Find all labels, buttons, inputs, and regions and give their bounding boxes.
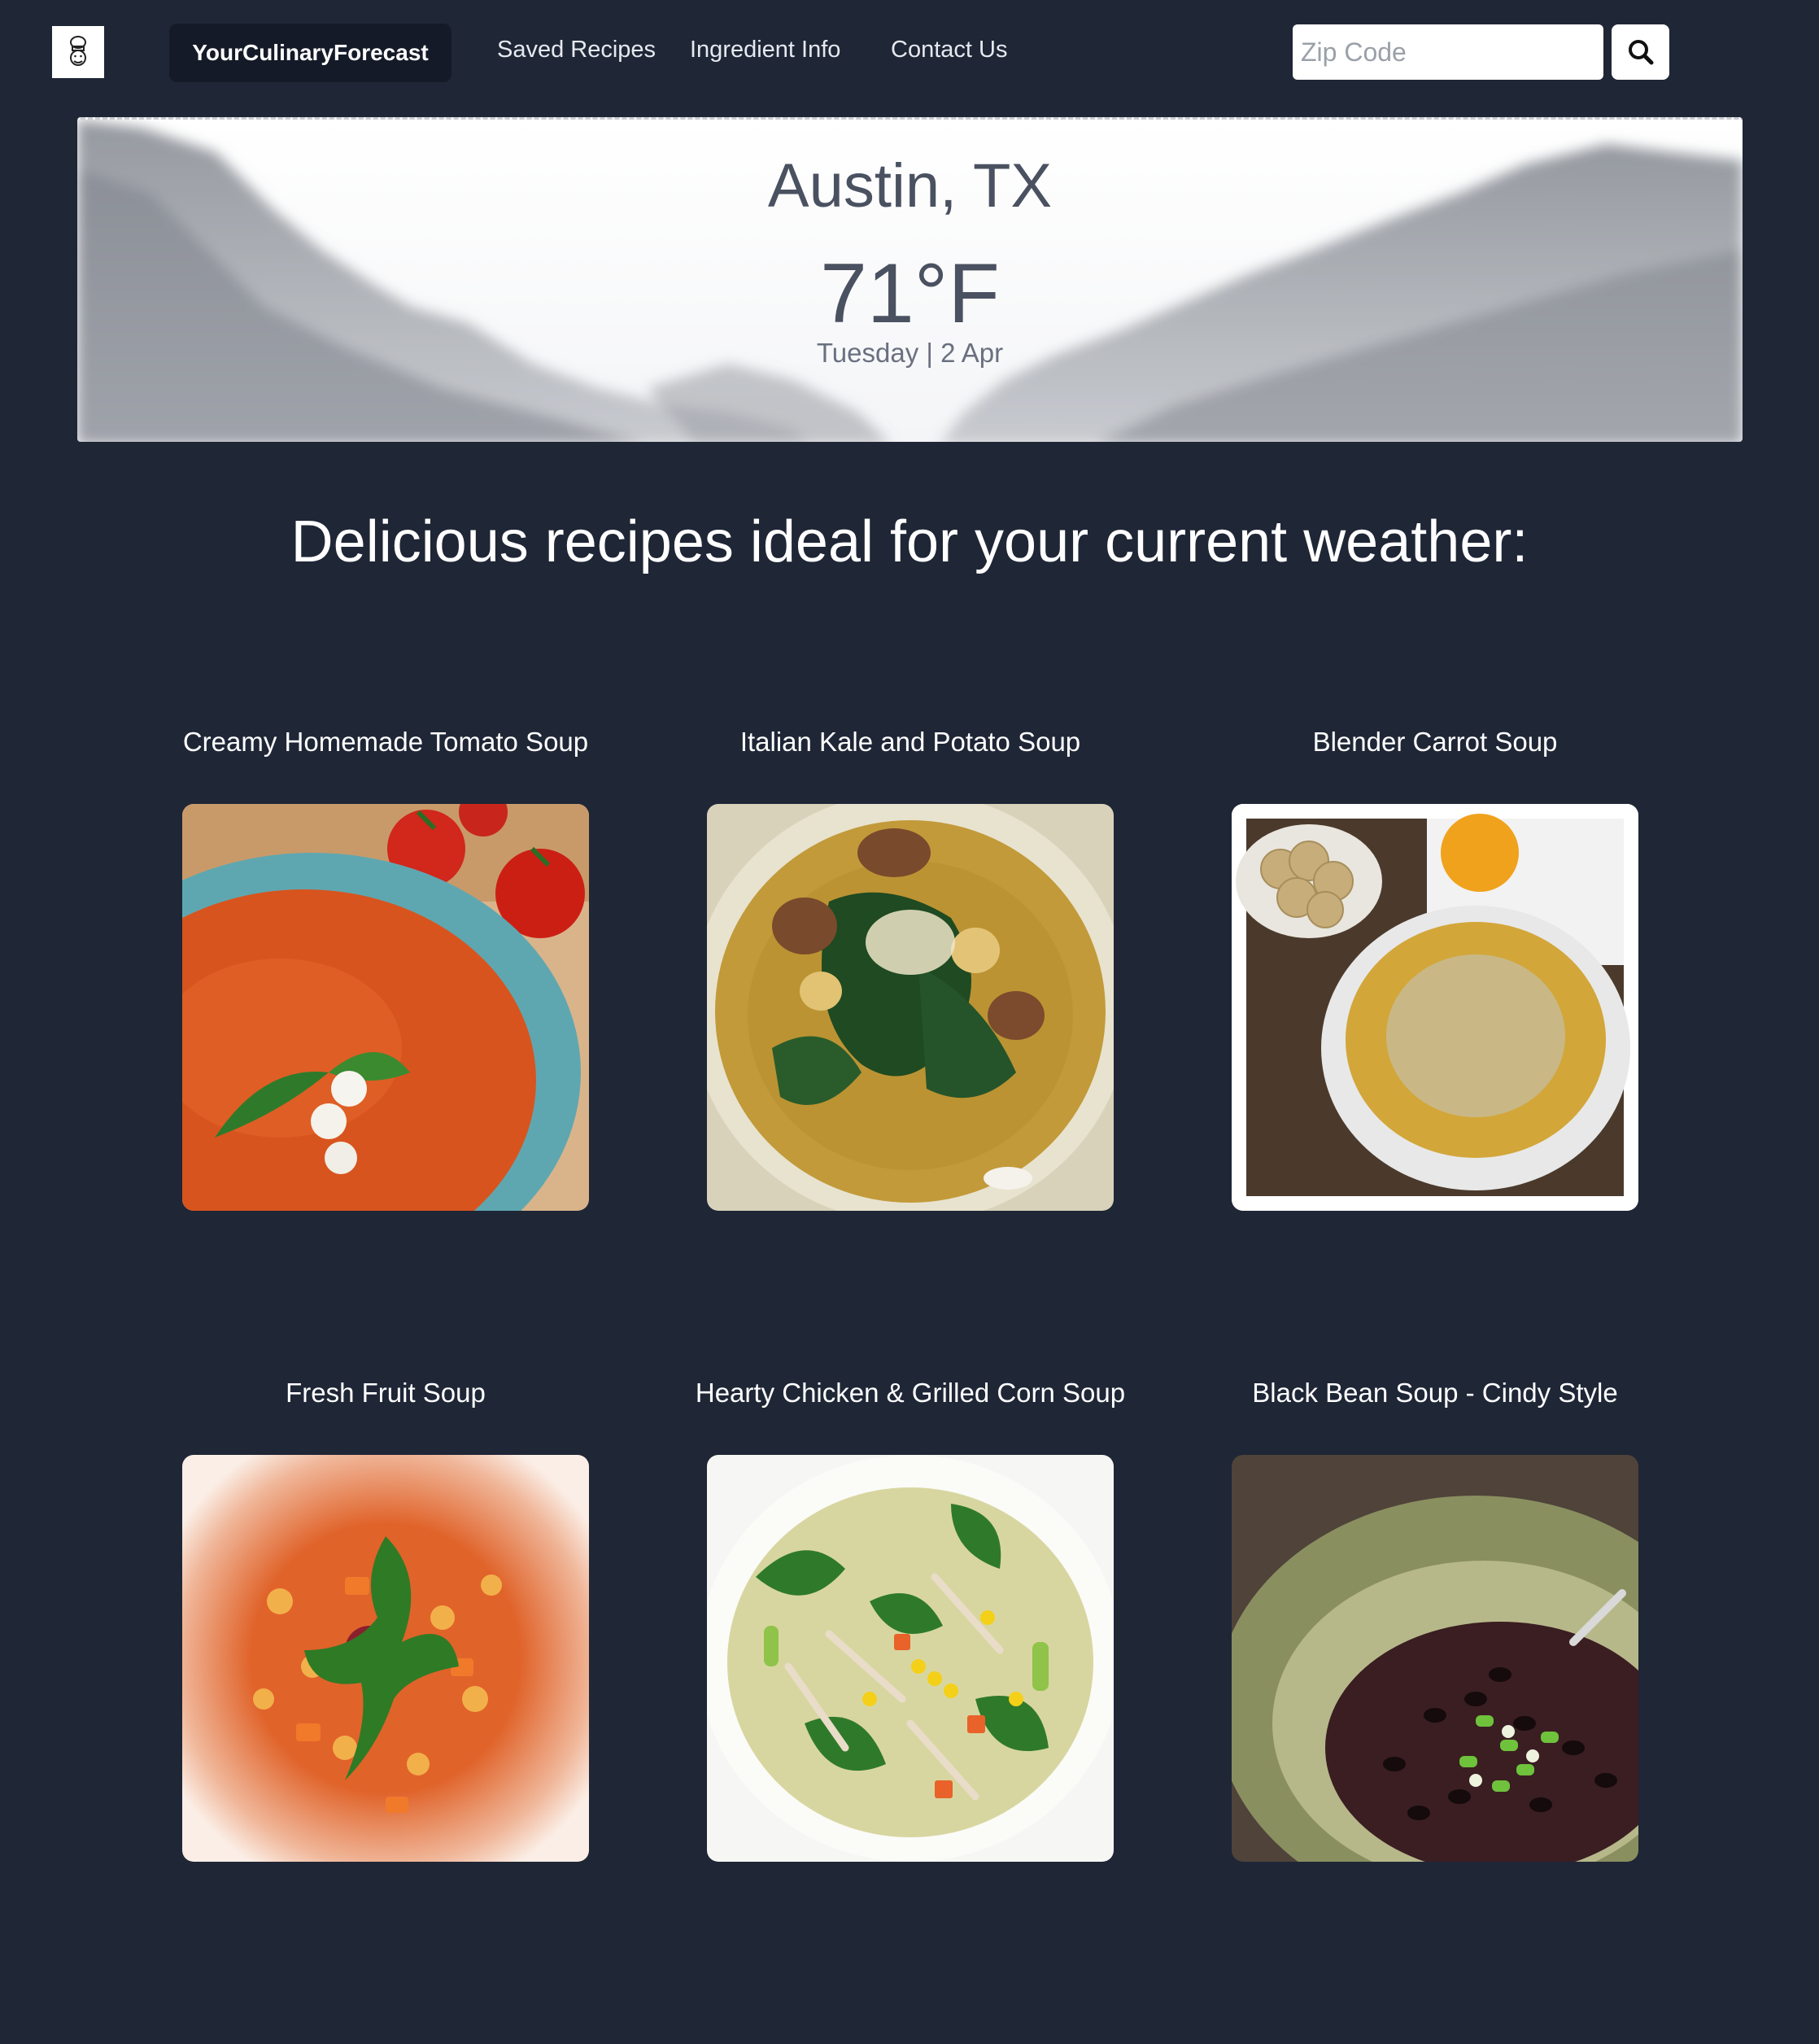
- recipe-title[interactable]: Fresh Fruit Soup: [133, 1374, 638, 1413]
- search-button[interactable]: [1612, 24, 1669, 80]
- brand-link[interactable]: YourCulinaryForecast: [169, 24, 451, 82]
- recipe-image-kale-potato-soup[interactable]: [707, 804, 1114, 1211]
- weather-temperature: 71°F: [820, 247, 1000, 341]
- chef-logo-icon[interactable]: [52, 26, 104, 78]
- recipes-headline: Delicious recipes ideal for your current…: [290, 509, 1529, 574]
- recipe-image-carrot-soup[interactable]: [1232, 804, 1638, 1211]
- recipe-image-chicken-corn-soup[interactable]: [707, 1455, 1114, 1862]
- weather-date: Tuesday | 2 Apr: [816, 338, 1004, 368]
- recipe-title[interactable]: Italian Kale and Potato Soup: [658, 723, 1163, 762]
- recipe-title[interactable]: Creamy Homemade Tomato Soup: [133, 723, 638, 762]
- weather-banner: Austin, TX 71°F Tuesday | 2 Apr: [77, 117, 1743, 442]
- recipe-title[interactable]: Blender Carrot Soup: [1183, 723, 1687, 762]
- recipe-image-tomato-soup[interactable]: [182, 804, 589, 1211]
- weather-city: Austin, TX: [767, 151, 1053, 221]
- recipe-image-black-bean-soup[interactable]: [1232, 1455, 1638, 1862]
- nav-contact-us[interactable]: Contact Us: [891, 37, 1007, 63]
- zip-code-input[interactable]: [1293, 24, 1603, 80]
- recipe-image-fruit-soup[interactable]: [182, 1455, 589, 1862]
- recipe-title[interactable]: Hearty Chicken & Grilled Corn Soup: [658, 1374, 1163, 1413]
- navbar: YourCulinaryForecast Saved Recipes Ingre…: [0, 0, 1819, 106]
- search-icon: [1628, 40, 1653, 65]
- nav-ingredient-info[interactable]: Ingredient Info: [690, 37, 840, 63]
- recipe-title[interactable]: Black Bean Soup - Cindy Style: [1183, 1374, 1687, 1413]
- nav-saved-recipes[interactable]: Saved Recipes: [497, 37, 656, 63]
